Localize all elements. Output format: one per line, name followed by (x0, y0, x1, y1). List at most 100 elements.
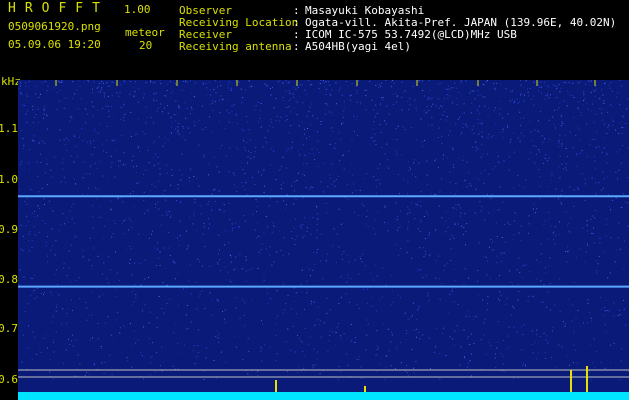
noise-pixel (231, 89, 233, 91)
noise-pixel (159, 173, 161, 175)
noise-pixel (177, 188, 179, 190)
noise-pixel (423, 216, 425, 217)
noise-pixel (537, 120, 539, 122)
noise-pixel (430, 193, 432, 195)
noise-pixel (56, 269, 58, 271)
noise-pixel (310, 186, 312, 188)
noise-pixel (479, 112, 481, 114)
noise-pixel (162, 194, 164, 196)
noise-pixel (308, 343, 310, 345)
noise-pixel (282, 200, 284, 202)
noise-pixel (127, 360, 129, 362)
noise-pixel (243, 215, 245, 217)
noise-pixel (202, 129, 204, 131)
noise-pixel (466, 125, 468, 127)
noise-pixel (20, 161, 22, 163)
noise-pixel (110, 155, 112, 157)
noise-pixel (47, 255, 48, 257)
noise-pixel (513, 132, 515, 134)
noise-pixel (205, 83, 207, 85)
noise-pixel (379, 363, 380, 364)
noise-pixel (177, 342, 179, 344)
noise-pixel (260, 351, 262, 353)
noise-pixel (351, 192, 353, 194)
noise-pixel (411, 173, 413, 175)
noise-pixel (413, 162, 415, 164)
noise-pixel (569, 231, 571, 233)
noise-pixel (56, 108, 58, 110)
noise-pixel (205, 347, 207, 349)
noise-pixel (517, 299, 519, 301)
noise-pixel (116, 296, 118, 297)
noise-pixel (569, 364, 570, 366)
noise-pixel (213, 156, 215, 158)
noise-pixel (119, 327, 121, 329)
noise-pixel (347, 85, 349, 87)
noise-pixel (610, 361, 611, 363)
noise-pixel (384, 378, 386, 380)
noise-pixel (625, 324, 626, 326)
noise-pixel (323, 162, 324, 164)
noise-pixel (195, 82, 197, 84)
noise-pixel (115, 251, 116, 253)
noise-pixel (300, 227, 302, 229)
noise-pixel (36, 287, 38, 289)
noise-pixel (594, 217, 595, 219)
noise-pixel (32, 277, 34, 279)
noise-pixel (266, 248, 267, 250)
noise-pixel (154, 247, 156, 249)
noise-pixel (627, 202, 629, 204)
noise-pixel (227, 87, 229, 89)
noise-pixel (53, 342, 54, 343)
noise-pixel (351, 94, 352, 96)
noise-pixel (59, 100, 60, 102)
noise-pixel (36, 353, 38, 355)
noise-pixel (115, 149, 117, 151)
noise-pixel (325, 81, 327, 82)
noise-pixel (152, 142, 154, 144)
noise-pixel (478, 179, 480, 181)
noise-pixel (275, 360, 277, 362)
noise-pixel (441, 106, 443, 107)
noise-pixel (442, 158, 444, 160)
noise-pixel (103, 150, 105, 152)
noise-pixel (282, 82, 284, 84)
noise-pixel (407, 213, 409, 215)
noise-pixel (297, 101, 298, 103)
noise-pixel (239, 226, 241, 228)
noise-pixel (420, 118, 422, 120)
noise-pixel (455, 204, 457, 206)
noise-pixel (317, 131, 318, 133)
noise-pixel (559, 102, 561, 104)
noise-pixel (422, 145, 424, 147)
noise-pixel (366, 334, 368, 336)
noise-pixel (46, 90, 48, 92)
noise-pixel (407, 193, 408, 195)
noise-pixel (312, 115, 314, 117)
noise-pixel (196, 177, 197, 179)
noise-pixel (75, 235, 77, 237)
noise-pixel (123, 152, 125, 154)
noise-pixel (156, 201, 158, 203)
noise-pixel (623, 240, 625, 242)
noise-pixel (287, 148, 289, 150)
noise-pixel (335, 332, 337, 333)
noise-pixel (412, 315, 413, 317)
noise-pixel (463, 283, 465, 285)
noise-pixel (132, 191, 134, 193)
noise-pixel (241, 268, 243, 270)
noise-pixel (608, 310, 610, 312)
noise-pixel (66, 312, 68, 314)
noise-pixel (562, 321, 564, 323)
noise-pixel (483, 334, 485, 336)
noise-pixel (66, 137, 68, 139)
noise-pixel (145, 82, 147, 84)
noise-pixel (355, 189, 357, 191)
noise-pixel (501, 237, 503, 238)
noise-pixel (152, 342, 154, 344)
noise-pixel (316, 149, 318, 150)
noise-pixel (520, 225, 522, 227)
noise-pixel (227, 84, 229, 86)
noise-pixel (236, 123, 238, 125)
noise-pixel (513, 187, 515, 189)
